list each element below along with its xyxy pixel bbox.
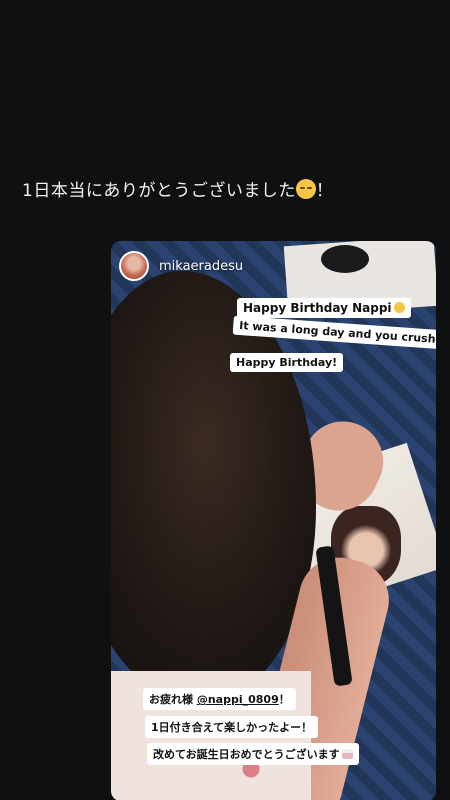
text-sticker-1: Happy Birthday Nappi <box>237 298 411 318</box>
reposted-post-card[interactable]: mikaeradesu Happy Birthday Nappi It was … <box>111 241 436 800</box>
text-sticker-3: Happy Birthday! <box>230 353 344 372</box>
sticker-3-text: Happy Birthday! <box>236 356 338 369</box>
post-header[interactable]: mikaeradesu <box>119 251 243 281</box>
sticker-5-text: 1日付き合えて楽しかったよー！ <box>151 721 313 734</box>
text-sticker-4: お疲れ様 @nappi_0809！ <box>143 688 296 710</box>
text-sticker-5: 1日付き合えて楽しかったよー！ <box>145 716 319 738</box>
sticker-4-prefix: お疲れ様 <box>149 693 197 706</box>
username[interactable]: mikaeradesu <box>159 259 243 274</box>
story-caption: 1日本当にありがとうございました ！ <box>22 176 333 201</box>
text-sticker-6: 改めてお誕生日おめでとうございます <box>147 743 359 765</box>
avatar[interactable] <box>119 251 149 281</box>
hugging-face-icon <box>393 302 405 313</box>
sticker-1-text: Happy Birthday Nappi <box>243 301 392 315</box>
birthday-cake-icon <box>341 749 353 759</box>
sticker-6-text: 改めてお誕生日おめでとうございます <box>153 748 340 761</box>
mention-link[interactable]: @nappi_0809 <box>197 693 279 706</box>
caption-suffix: ！ <box>315 181 334 201</box>
sticker-4-suffix: ！ <box>278 693 290 706</box>
relieved-face-icon <box>295 179 316 199</box>
caption-text: 1日本当にありがとうございました <box>22 181 296 201</box>
bottle-cap <box>321 245 369 273</box>
